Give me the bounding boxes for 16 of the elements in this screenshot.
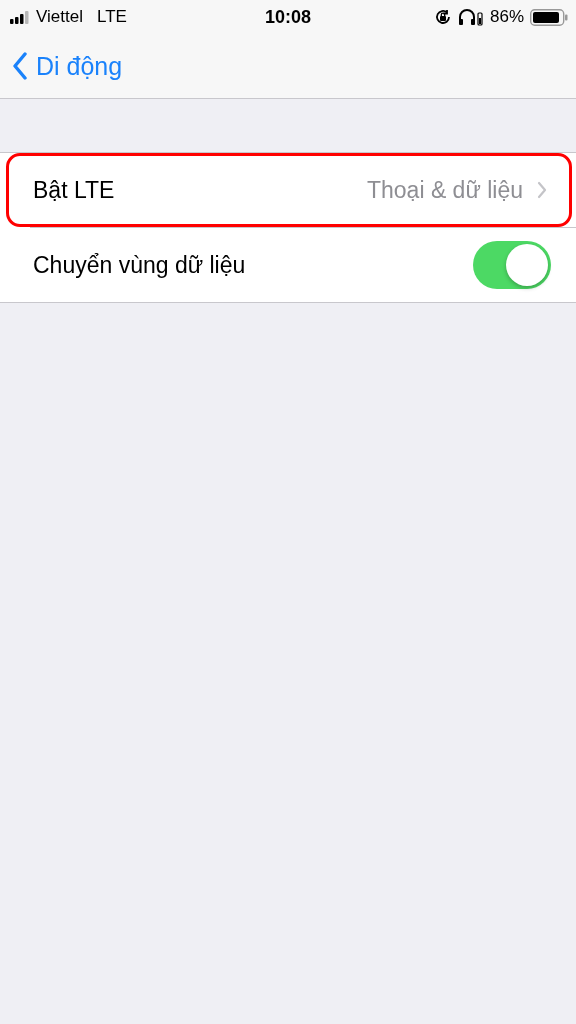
battery-percent: 86%: [489, 7, 524, 27]
row-value: Thoại & dữ liệu: [366, 176, 523, 204]
settings-row[interactable]: Chuyển vùng dữ liệu: [6, 228, 572, 302]
carrier-name: Viettel: [36, 7, 83, 27]
row-label: Bật LTE: [33, 176, 116, 204]
settings-row[interactable]: Bật LTE Thoại & dữ liệu: [6, 153, 572, 227]
headphones-icon: [457, 8, 484, 26]
signal-icon: [10, 10, 30, 24]
row-label: Chuyển vùng dữ liệu: [33, 251, 247, 279]
toggle-switch[interactable]: [473, 241, 551, 289]
chevron-left-icon: [12, 52, 28, 80]
clock-time: 10:08: [265, 6, 311, 28]
network-type: LTE: [96, 7, 127, 27]
chevron-right-icon: [537, 181, 547, 199]
rotation-lock-icon: [433, 8, 452, 26]
battery-icon: [530, 8, 568, 26]
